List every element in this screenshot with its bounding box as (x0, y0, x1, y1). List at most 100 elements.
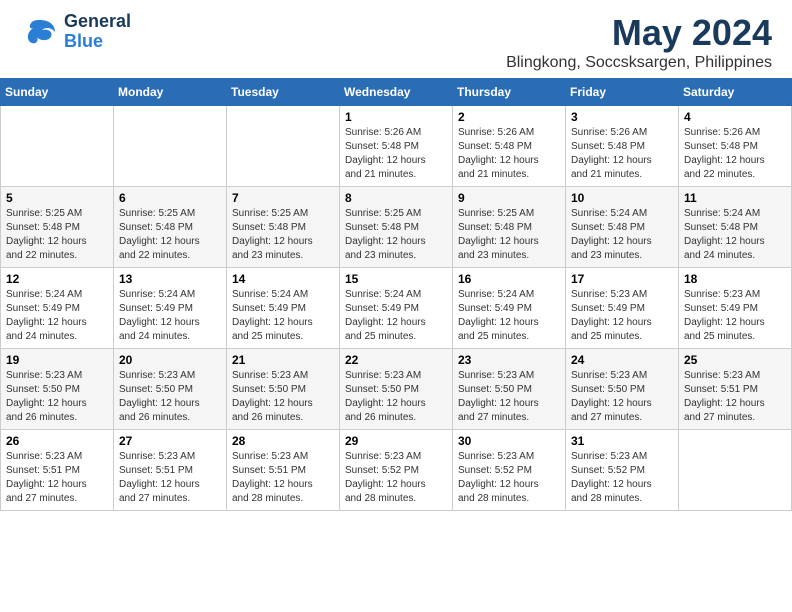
calendar-cell: 21Sunrise: 5:23 AM Sunset: 5:50 PM Dayli… (227, 349, 340, 430)
calendar-cell: 11 Sunrise: 5:24 AM Sunset: 5:48 PM Dayli… (679, 187, 792, 268)
logo: General Blue (20, 12, 131, 52)
day-number: 3 (571, 110, 673, 124)
day-info: Sunrise: 5:23 AM Sunset: 5:50 PM Dayligh… (6, 369, 108, 425)
weekday-header-row: SundayMondayTuesdayWednesdayThursdayFrid… (1, 79, 792, 106)
day-number: 12 (6, 272, 108, 286)
day-info: Sunrise: 5:23 AM Sunset: 5:51 PM Dayligh… (232, 450, 334, 506)
calendar-cell: 16 Sunrise: 5:24 AM Sunset: 5:49 PM Dayli… (453, 268, 566, 349)
calendar-cell: 8Sunrise: 5:25 AM Sunset: 5:48 PM Daylig… (340, 187, 453, 268)
calendar-cell: 13 Sunrise: 5:24 AM Sunset: 5:49 PM Dayli… (114, 268, 227, 349)
calendar-cell: 9 Sunrise: 5:25 AM Sunset: 5:48 PM Daylig… (453, 187, 566, 268)
day-number: 10 (571, 191, 673, 205)
day-number: 27 (119, 434, 221, 448)
calendar-cell: 29 Sunrise: 5:23 AM Sunset: 5:52 PM Dayli… (340, 430, 453, 511)
day-number: 17 (571, 272, 673, 286)
day-info: Sunrise: 5:24 AM Sunset: 5:48 PM Dayligh… (684, 207, 786, 263)
day-info: Sunrise: 5:24 AM Sunset: 5:49 PM Dayligh… (6, 288, 108, 344)
day-info: Sunrise: 5:23 AM Sunset: 5:52 PM Dayligh… (571, 450, 673, 506)
day-number: 5 (6, 191, 108, 205)
calendar-cell: 2Sunrise: 5:26 AM Sunset: 5:48 PM Daylig… (453, 106, 566, 187)
calendar-cell (227, 106, 340, 187)
day-info: Sunrise: 5:24 AM Sunset: 5:48 PM Dayligh… (571, 207, 673, 263)
calendar-cell: 1 Sunrise: 5:26 AM Sunset: 5:48 PM Daylig… (340, 106, 453, 187)
calendar-cell: 5 Sunrise: 5:25 AM Sunset: 5:48 PM Daylig… (1, 187, 114, 268)
day-number: 4 (684, 110, 786, 124)
calendar-cell: 23Sunrise: 5:23 AM Sunset: 5:50 PM Dayli… (453, 349, 566, 430)
calendar-cell: 3 Sunrise: 5:26 AM Sunset: 5:48 PM Daylig… (566, 106, 679, 187)
day-info: Sunrise: 5:23 AM Sunset: 5:50 PM Dayligh… (571, 369, 673, 425)
day-info: Sunrise: 5:24 AM Sunset: 5:49 PM Dayligh… (119, 288, 221, 344)
day-number: 25 (684, 353, 786, 367)
calendar-cell: 12 Sunrise: 5:24 AM Sunset: 5:49 PM Dayli… (1, 268, 114, 349)
calendar-cell (114, 106, 227, 187)
calendar-week-row: 5 Sunrise: 5:25 AM Sunset: 5:48 PM Daylig… (1, 187, 792, 268)
calendar-table: SundayMondayTuesdayWednesdayThursdayFrid… (0, 78, 792, 511)
day-info: Sunrise: 5:23 AM Sunset: 5:50 PM Dayligh… (119, 369, 221, 425)
calendar-cell: 7 Sunrise: 5:25 AM Sunset: 5:48 PM Daylig… (227, 187, 340, 268)
calendar-cell (1, 106, 114, 187)
weekday-header-friday: Friday (566, 79, 679, 106)
day-number: 16 (458, 272, 560, 286)
logo-icon (20, 12, 60, 52)
day-number: 7 (232, 191, 334, 205)
day-info: Sunrise: 5:25 AM Sunset: 5:48 PM Dayligh… (232, 207, 334, 263)
day-number: 26 (6, 434, 108, 448)
day-info: Sunrise: 5:24 AM Sunset: 5:49 PM Dayligh… (458, 288, 560, 344)
day-info: Sunrise: 5:23 AM Sunset: 5:52 PM Dayligh… (345, 450, 447, 506)
logo-general: General (64, 12, 131, 32)
day-info: Sunrise: 5:26 AM Sunset: 5:48 PM Dayligh… (345, 126, 447, 182)
day-info: Sunrise: 5:24 AM Sunset: 5:49 PM Dayligh… (345, 288, 447, 344)
calendar-cell: 10 Sunrise: 5:24 AM Sunset: 5:48 PM Dayli… (566, 187, 679, 268)
calendar-cell: 25 Sunrise: 5:23 AM Sunset: 5:51 PM Dayli… (679, 349, 792, 430)
calendar-cell: 24 Sunrise: 5:23 AM Sunset: 5:50 PM Dayli… (566, 349, 679, 430)
day-number: 11 (684, 191, 786, 205)
day-info: Sunrise: 5:26 AM Sunset: 5:48 PM Dayligh… (684, 126, 786, 182)
day-info: Sunrise: 5:23 AM Sunset: 5:49 PM Dayligh… (571, 288, 673, 344)
calendar-cell: 17 Sunrise: 5:23 AM Sunset: 5:49 PM Dayli… (566, 268, 679, 349)
weekday-header-wednesday: Wednesday (340, 79, 453, 106)
day-info: Sunrise: 5:23 AM Sunset: 5:51 PM Dayligh… (119, 450, 221, 506)
day-number: 1 (345, 110, 447, 124)
calendar-week-row: 19Sunrise: 5:23 AM Sunset: 5:50 PM Dayli… (1, 349, 792, 430)
calendar-cell: 22Sunrise: 5:23 AM Sunset: 5:50 PM Dayli… (340, 349, 453, 430)
day-info: Sunrise: 5:26 AM Sunset: 5:48 PM Dayligh… (571, 126, 673, 182)
day-number: 9 (458, 191, 560, 205)
day-number: 29 (345, 434, 447, 448)
month-title: May 2024 (506, 12, 772, 54)
day-info: Sunrise: 5:25 AM Sunset: 5:48 PM Dayligh… (6, 207, 108, 263)
logo-blue: Blue (64, 32, 131, 52)
day-number: 14 (232, 272, 334, 286)
title-block: May 2024 Blingkong, Soccsksargen, Philip… (506, 12, 772, 72)
location-title: Blingkong, Soccsksargen, Philippines (506, 54, 772, 72)
day-number: 22 (345, 353, 447, 367)
day-number: 6 (119, 191, 221, 205)
day-number: 18 (684, 272, 786, 286)
day-number: 31 (571, 434, 673, 448)
weekday-header-sunday: Sunday (1, 79, 114, 106)
calendar-cell: 4 Sunrise: 5:26 AM Sunset: 5:48 PM Daylig… (679, 106, 792, 187)
day-number: 28 (232, 434, 334, 448)
calendar-cell (679, 430, 792, 511)
calendar-cell: 18 Sunrise: 5:23 AM Sunset: 5:49 PM Dayli… (679, 268, 792, 349)
day-info: Sunrise: 5:25 AM Sunset: 5:48 PM Dayligh… (345, 207, 447, 263)
weekday-header-saturday: Saturday (679, 79, 792, 106)
calendar-cell: 15 Sunrise: 5:24 AM Sunset: 5:49 PM Dayli… (340, 268, 453, 349)
day-number: 2 (458, 110, 560, 124)
day-number: 24 (571, 353, 673, 367)
weekday-header-tuesday: Tuesday (227, 79, 340, 106)
day-info: Sunrise: 5:25 AM Sunset: 5:48 PM Dayligh… (458, 207, 560, 263)
calendar-cell: 31 Sunrise: 5:23 AM Sunset: 5:52 PM Dayli… (566, 430, 679, 511)
weekday-header-thursday: Thursday (453, 79, 566, 106)
day-number: 13 (119, 272, 221, 286)
day-info: Sunrise: 5:23 AM Sunset: 5:49 PM Dayligh… (684, 288, 786, 344)
calendar-cell: 28 Sunrise: 5:23 AM Sunset: 5:51 PM Dayli… (227, 430, 340, 511)
logo-text: General Blue (64, 12, 131, 52)
weekday-header-monday: Monday (114, 79, 227, 106)
day-info: Sunrise: 5:24 AM Sunset: 5:49 PM Dayligh… (232, 288, 334, 344)
day-number: 15 (345, 272, 447, 286)
day-info: Sunrise: 5:23 AM Sunset: 5:51 PM Dayligh… (6, 450, 108, 506)
calendar-cell: 19Sunrise: 5:23 AM Sunset: 5:50 PM Dayli… (1, 349, 114, 430)
day-info: Sunrise: 5:23 AM Sunset: 5:51 PM Dayligh… (684, 369, 786, 425)
calendar-week-row: 12 Sunrise: 5:24 AM Sunset: 5:49 PM Dayli… (1, 268, 792, 349)
calendar-cell: 30Sunrise: 5:23 AM Sunset: 5:52 PM Dayli… (453, 430, 566, 511)
